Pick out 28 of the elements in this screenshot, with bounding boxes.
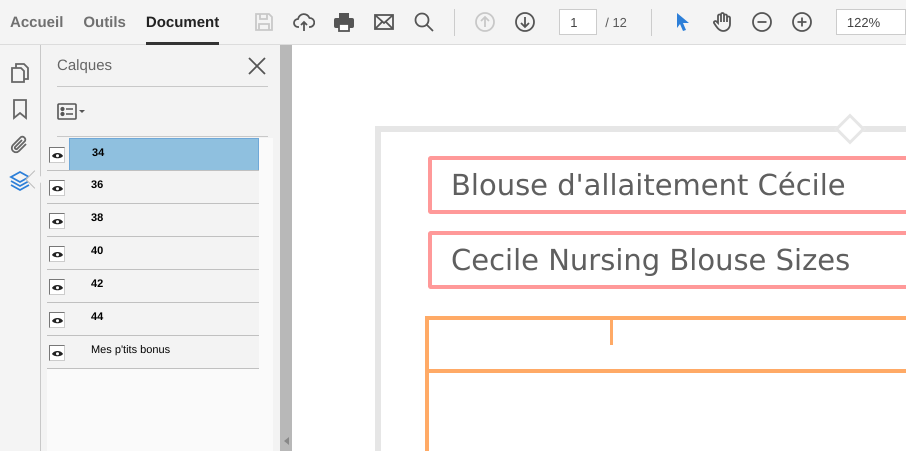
visibility-checkbox[interactable] [49,345,65,361]
visibility-checkbox[interactable] [49,279,65,295]
visibility-checkbox[interactable] [49,147,65,163]
envelope-icon[interactable] [373,11,396,33]
zoom-in-icon[interactable] [790,11,813,33]
visibility-checkbox[interactable] [49,180,65,196]
printer-icon[interactable] [333,11,356,33]
tab[interactable]: Accueil [10,0,64,44]
visibility-checkbox[interactable] [49,312,65,328]
arrow-down-circle-icon[interactable] [514,11,536,33]
visibility-checkbox[interactable] [49,213,65,229]
page-total: / 12 [605,14,627,30]
cloud-upload-icon[interactable] [293,11,316,33]
zoom-field[interactable]: 122% [836,9,906,35]
search-icon[interactable] [413,11,436,33]
panel-title: Calques [57,57,112,74]
visibility-checkbox[interactable] [49,246,65,262]
layers-icon[interactable] [9,170,31,192]
close-icon[interactable] [246,54,268,76]
pages-icon[interactable] [9,62,31,84]
hand-icon[interactable] [710,11,733,33]
layer-item[interactable]: 34 [69,138,259,170]
heading-field[interactable]: Cecile Nursing Blouse Sizes [428,231,906,289]
tab[interactable]: Outils [83,0,126,44]
options-menu-icon[interactable] [57,102,87,122]
heading-field[interactable]: Blouse d'allaitement Cécile [428,156,906,214]
page-number-field[interactable]: 1 [559,9,598,35]
zoom-out-icon[interactable] [750,11,773,33]
